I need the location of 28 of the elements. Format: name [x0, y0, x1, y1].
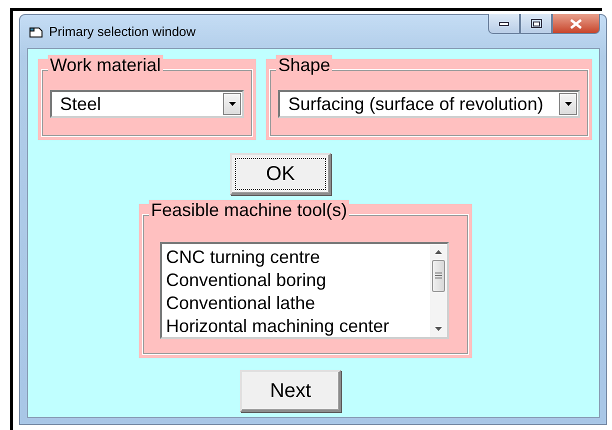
- caret-icon: [564, 102, 572, 106]
- list-item[interactable]: Horizontal machining center: [166, 315, 426, 337]
- maximize-icon: [530, 19, 542, 28]
- window-icon: [29, 26, 43, 38]
- group-label: Shape: [276, 55, 332, 76]
- minimize-button[interactable]: [488, 14, 520, 34]
- list-item[interactable]: Conventional lathe: [166, 292, 426, 315]
- list-box[interactable]: CNC turning centre Conventional boring Conventional lathe Horizontal machining center: [160, 242, 449, 339]
- list-item[interactable]: Conventional boring: [166, 269, 426, 292]
- scroll-down-icon[interactable]: [435, 327, 442, 331]
- ok-button[interactable]: OK: [230, 153, 331, 195]
- grip-icon: [435, 272, 442, 279]
- scroll-thumb[interactable]: [432, 260, 445, 292]
- close-icon: [570, 18, 582, 28]
- scrollbar[interactable]: [430, 244, 447, 337]
- scroll-up-icon[interactable]: [435, 250, 442, 254]
- maximize-button[interactable]: [520, 14, 552, 34]
- minimize-icon: [499, 22, 509, 26]
- close-button[interactable]: [552, 14, 600, 34]
- dropdown-button[interactable]: [559, 93, 577, 115]
- group-label: Feasible machine tool(s): [149, 200, 350, 221]
- dropdown-button[interactable]: [223, 93, 242, 115]
- window-title: Primary selection window: [49, 24, 197, 39]
- dropdown-field[interactable]: Steel: [50, 90, 244, 118]
- next-button[interactable]: Next: [240, 370, 341, 412]
- dropdown-field[interactable]: Surfacing (surface of revolution): [278, 90, 580, 118]
- list-item[interactable]: CNC turning centre: [166, 246, 426, 269]
- caret-icon: [228, 102, 236, 106]
